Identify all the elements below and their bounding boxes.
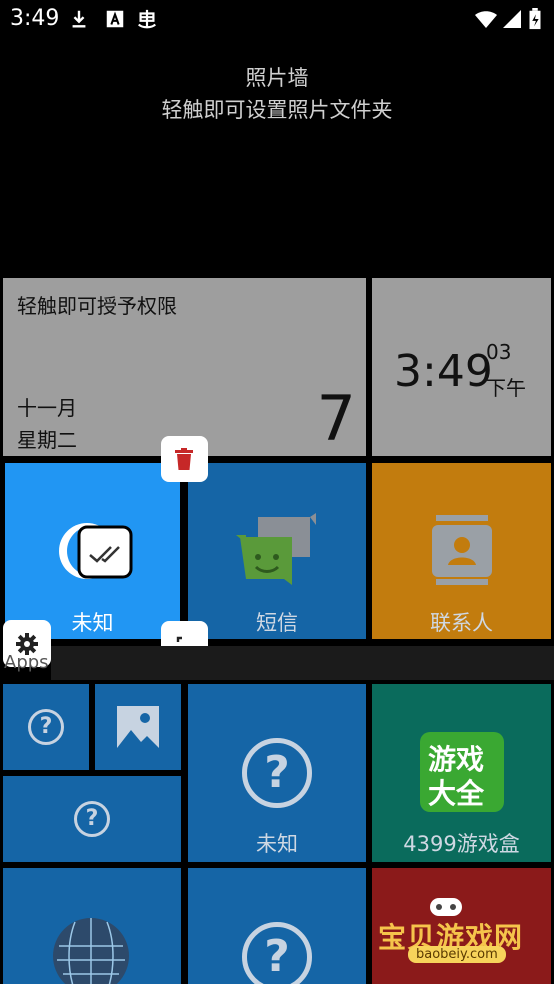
browser-tile[interactable]: [3, 868, 181, 984]
sms-icon: [236, 513, 316, 585]
question-icon: ?: [242, 922, 312, 984]
contacts-icon: [432, 515, 492, 585]
clock-time: 3:49: [394, 346, 493, 397]
calendar-month: 十一月: [17, 396, 77, 420]
calendar-weekday: 星期二: [17, 428, 77, 452]
status-time: 3:49: [10, 6, 60, 31]
a-icon: [106, 10, 124, 28]
clock-tile[interactable]: 3:49 03 下午: [372, 278, 551, 456]
small-unknown-tile-1[interactable]: ?: [3, 684, 89, 770]
selected-unknown-tile[interactable]: 未知: [5, 463, 180, 639]
trash-icon: [175, 448, 193, 470]
gallery-tile[interactable]: [95, 684, 181, 770]
battery-icon: [529, 8, 541, 30]
unknown-app-tile[interactable]: ? 未知: [188, 684, 366, 862]
wifi-icon: [475, 11, 497, 28]
apps-section-bar: [51, 646, 554, 680]
contacts-tile-label: 联系人: [430, 611, 493, 635]
question-icon: ?: [242, 738, 312, 808]
status-bar: 3:49: [0, 0, 554, 40]
game-box-icon: 游戏 大全: [420, 732, 504, 812]
calendar-day: 7: [316, 382, 356, 455]
globe-icon: [53, 918, 129, 984]
unknown-app-icon: [59, 523, 133, 579]
game-box-label: 4399游戏盒: [403, 832, 520, 856]
game-box-icon-text-2: 大全: [428, 777, 485, 810]
unknown-app-label: 未知: [256, 832, 298, 856]
question-icon: ?: [28, 709, 64, 745]
wide-unknown-tile[interactable]: ?: [3, 776, 181, 862]
game-box-tile[interactable]: 游戏 大全 4399游戏盒: [372, 684, 551, 862]
unknown-app-tile-2[interactable]: ?: [188, 868, 366, 984]
calendar-tile[interactable]: 轻触即可授予权限 十一月 星期二 7: [3, 278, 366, 456]
delete-tile-button[interactable]: [161, 436, 208, 482]
calendar-permission-text: 轻触即可授予权限: [17, 294, 177, 318]
image-icon: [117, 706, 159, 748]
question-icon: ?: [74, 801, 110, 837]
contacts-tile[interactable]: 联系人: [372, 463, 551, 639]
sms-tile-label: 短信: [256, 611, 298, 635]
apps-section-label: Apps: [4, 652, 49, 673]
sms-tile[interactable]: 短信: [188, 463, 366, 639]
photo-wall-subtitle[interactable]: 轻触即可设置照片文件夹: [0, 94, 554, 124]
download-icon: [72, 10, 86, 28]
photo-wall-title[interactable]: 照片墙: [0, 62, 554, 92]
bug-icon: [137, 9, 157, 29]
clock-seconds: 03: [486, 340, 512, 364]
signal-icon: [503, 10, 521, 28]
clock-ampm: 下午: [486, 376, 526, 400]
watermark-url: baobeiy.com: [408, 946, 506, 963]
